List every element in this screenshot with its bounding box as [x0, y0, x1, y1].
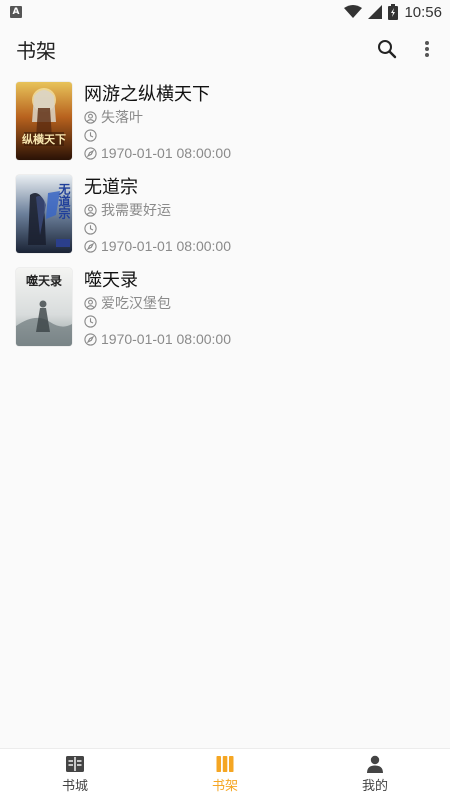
- clock-icon: [84, 221, 97, 235]
- nav-label-book-city: 书城: [61, 779, 88, 794]
- nav-item-mine[interactable]: 我的: [300, 749, 450, 800]
- book-author: 失落叶: [101, 109, 143, 125]
- book-update-row: 1970-01-01 08:00:00: [84, 237, 231, 255]
- status-left: A: [10, 6, 22, 18]
- app-actions: [374, 36, 440, 62]
- app-bar: 书架: [0, 24, 450, 74]
- book-cover-text: 噬天录: [25, 274, 62, 288]
- book-author: 爱吃汉堡包: [101, 295, 171, 311]
- book-author-row: 爱吃汉堡包: [84, 294, 231, 312]
- book-info: 无道宗 我需要好运 1970-01-01 08:00:00: [84, 175, 231, 255]
- book-item[interactable]: 无道宗 无道宗 我需要好运 1970-01-01 08:00:00: [0, 175, 450, 268]
- more-vert-icon: [425, 41, 429, 57]
- author-icon: [84, 110, 97, 124]
- book-item[interactable]: 噬天录 噬天录 爱吃汉堡包 1970-01-01 08:00:00: [0, 268, 450, 361]
- clock-icon: [84, 128, 97, 142]
- book-title: 网游之纵横天下: [84, 84, 210, 105]
- signal-icon: [368, 5, 383, 19]
- book-update-time: 1970-01-01 08:00:00: [101, 331, 231, 347]
- book-cover: 纵横天下: [16, 82, 72, 160]
- author-icon: [84, 296, 97, 310]
- screen: A 10:56 书架 纵横天下 网游之纵横天下 失落叶 1970-01-01 0…: [0, 0, 450, 800]
- page-title: 书架: [16, 38, 56, 63]
- book-cover: 无道宗: [16, 175, 72, 253]
- book-info: 网游之纵横天下 失落叶 1970-01-01 08:00:00: [84, 82, 231, 162]
- book-title: 无道宗: [84, 177, 138, 198]
- book-title: 噬天录: [84, 270, 138, 291]
- book-city-icon: [66, 756, 84, 772]
- book-author: 我需要好运: [101, 202, 171, 218]
- compass-icon: [84, 146, 97, 160]
- book-cover-text: 纵横天下: [22, 133, 66, 146]
- status-bar: A 10:56: [0, 0, 450, 24]
- wifi-icon: [344, 5, 363, 18]
- nav-label-bookshelf: 书架: [211, 779, 238, 794]
- compass-icon: [84, 239, 97, 253]
- compass-icon: [84, 332, 97, 346]
- nav-item-bookshelf[interactable]: 书架: [150, 749, 300, 800]
- notification-a-icon: A: [10, 6, 22, 18]
- bottom-nav: 书城 书架 我的: [0, 748, 450, 800]
- person-icon: [367, 755, 383, 773]
- book-author-row: 我需要好运: [84, 201, 231, 219]
- book-update-row: 1970-01-01 08:00:00: [84, 144, 231, 162]
- book-item[interactable]: 纵横天下 网游之纵横天下 失落叶 1970-01-01 08:00:00: [0, 82, 450, 175]
- book-cover: 噬天录: [16, 268, 72, 346]
- book-cover-text: 无道宗: [57, 183, 71, 219]
- book-chapter-row: [84, 126, 231, 144]
- nav-item-book-city[interactable]: 书城: [0, 749, 150, 800]
- more-options-button[interactable]: [414, 36, 440, 62]
- nav-label-mine: 我的: [361, 779, 388, 794]
- book-chapter-row: [84, 312, 231, 330]
- book-cover-image: [16, 82, 72, 160]
- status-time: 10:56: [404, 3, 442, 21]
- bookshelf-icon: [216, 756, 234, 772]
- search-icon: [378, 40, 397, 59]
- book-author-row: 失落叶: [84, 108, 231, 126]
- book-update-time: 1970-01-01 08:00:00: [101, 145, 231, 161]
- status-right: 10:56: [344, 4, 442, 21]
- book-list: 纵横天下 网游之纵横天下 失落叶 1970-01-01 08:00:00 无道宗…: [0, 82, 450, 361]
- clock-icon: [84, 314, 97, 328]
- book-info: 噬天录 爱吃汉堡包 1970-01-01 08:00:00: [84, 268, 231, 348]
- book-chapter-row: [84, 219, 231, 237]
- author-icon: [84, 203, 97, 217]
- search-button[interactable]: [374, 36, 400, 62]
- book-update-row: 1970-01-01 08:00:00: [84, 330, 231, 348]
- book-update-time: 1970-01-01 08:00:00: [101, 238, 231, 254]
- battery-icon: [388, 4, 399, 20]
